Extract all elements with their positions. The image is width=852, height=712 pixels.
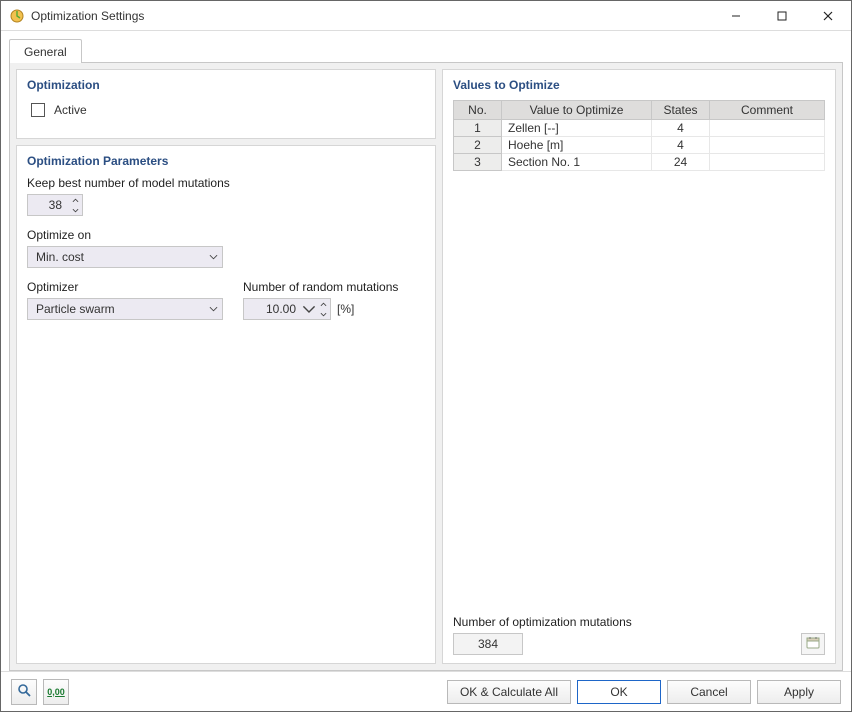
- keep-best-label: Keep best number of model mutations: [27, 176, 425, 190]
- apply-label: Apply: [784, 685, 814, 699]
- ok-button[interactable]: OK: [577, 680, 661, 704]
- active-checkbox-row[interactable]: Active: [27, 100, 87, 120]
- optimizer-select[interactable]: Particle swarm: [27, 298, 223, 320]
- spin-up-icon[interactable]: [316, 299, 330, 309]
- cell-states[interactable]: 4: [652, 120, 710, 137]
- keep-best-spinner[interactable]: 38: [27, 194, 83, 216]
- apply-button[interactable]: Apply: [757, 680, 841, 704]
- mutation-count-row: Number of optimization mutations 384: [453, 607, 825, 655]
- cell-comment[interactable]: [710, 154, 825, 171]
- optimize-on-row: Optimize on Min. cost: [27, 228, 425, 268]
- active-label: Active: [54, 103, 87, 117]
- optimizer-label: Optimizer: [27, 280, 223, 294]
- optimize-on-value: Min. cost: [28, 250, 92, 264]
- units-icon: 0,00: [47, 687, 65, 697]
- window-title: Optimization Settings: [31, 9, 713, 23]
- cell-comment[interactable]: [710, 120, 825, 137]
- cell-states[interactable]: 24: [652, 154, 710, 171]
- mutation-count-value: 384: [453, 633, 523, 655]
- cancel-label: Cancel: [690, 685, 727, 699]
- tab-general[interactable]: General: [9, 39, 82, 63]
- tab-row: General: [9, 39, 843, 63]
- random-mutations-spinner[interactable]: 10.00: [243, 298, 331, 320]
- parameters-title: Optimization Parameters: [27, 154, 425, 168]
- random-mutations-row: Number of random mutations 10.00: [243, 280, 398, 320]
- values-table[interactable]: No. Value to Optimize States Comment 1 Z…: [453, 100, 825, 171]
- table-row[interactable]: 2 Hoehe [m] 4: [454, 137, 825, 154]
- page-body: Optimization Active Optimization Paramet…: [9, 62, 843, 671]
- cell-states[interactable]: 4: [652, 137, 710, 154]
- ok-calculate-label: OK & Calculate All: [460, 685, 558, 699]
- col-comment[interactable]: Comment: [710, 101, 825, 120]
- keep-best-row: Keep best number of model mutations 38: [27, 176, 425, 216]
- ok-calculate-button[interactable]: OK & Calculate All: [447, 680, 571, 704]
- spinner-arrows: [316, 299, 330, 319]
- mutation-count-label: Number of optimization mutations: [453, 615, 632, 629]
- cell-comment[interactable]: [710, 137, 825, 154]
- minimize-button[interactable]: [713, 1, 759, 30]
- optimization-panel: Optimization Active: [16, 69, 436, 139]
- optimize-on-label: Optimize on: [27, 228, 425, 242]
- calendar-icon: [806, 636, 820, 652]
- chevron-down-icon: [204, 254, 222, 260]
- spin-down-icon[interactable]: [68, 205, 82, 215]
- maximize-button[interactable]: [759, 1, 805, 30]
- window-controls: [713, 1, 851, 30]
- values-panel: Values to Optimize No. Value to Optimize…: [442, 69, 836, 664]
- left-column: Optimization Active Optimization Paramet…: [16, 69, 436, 664]
- ok-label: OK: [610, 685, 627, 699]
- col-value[interactable]: Value to Optimize: [502, 101, 652, 120]
- optimizer-value: Particle swarm: [28, 302, 123, 316]
- optimizer-row: Optimizer Particle swarm: [27, 280, 223, 320]
- footer: 0,00 OK & Calculate All OK Cancel Apply: [1, 671, 851, 711]
- parameters-panel: Optimization Parameters Keep best number…: [16, 145, 436, 664]
- table-row[interactable]: 1 Zellen [--] 4: [454, 120, 825, 137]
- values-title: Values to Optimize: [453, 78, 825, 92]
- right-column: Values to Optimize No. Value to Optimize…: [442, 69, 836, 664]
- dialog-window: Optimization Settings General Optimizati…: [0, 0, 852, 712]
- cell-no: 3: [454, 154, 502, 171]
- app-icon: [9, 8, 25, 24]
- random-mutations-value: 10.00: [244, 302, 302, 316]
- optimizer-and-random-row: Optimizer Particle swarm Number of rando…: [27, 280, 425, 332]
- magnifier-icon: [17, 683, 31, 700]
- values-table-wrap: No. Value to Optimize States Comment 1 Z…: [453, 100, 825, 607]
- optimization-title: Optimization: [27, 78, 425, 92]
- col-no[interactable]: No.: [454, 101, 502, 120]
- spin-down-icon[interactable]: [316, 309, 330, 319]
- cell-value[interactable]: Section No. 1: [502, 154, 652, 171]
- mutation-count-block: Number of optimization mutations 384: [453, 615, 632, 655]
- close-button[interactable]: [805, 1, 851, 30]
- titlebar: Optimization Settings: [1, 1, 851, 31]
- chevron-down-icon[interactable]: [302, 302, 316, 316]
- units-button[interactable]: 0,00: [43, 679, 69, 705]
- chevron-down-icon: [204, 306, 222, 312]
- cell-no: 1: [454, 120, 502, 137]
- cell-value[interactable]: Zellen [--]: [502, 120, 652, 137]
- cell-value[interactable]: Hoehe [m]: [502, 137, 652, 154]
- tab-general-label: General: [24, 45, 67, 59]
- cell-no: 2: [454, 137, 502, 154]
- random-mutations-label: Number of random mutations: [243, 280, 398, 294]
- spinner-arrows: [68, 195, 82, 215]
- help-button[interactable]: [11, 679, 37, 705]
- col-states[interactable]: States: [652, 101, 710, 120]
- spin-up-icon[interactable]: [68, 195, 82, 205]
- table-row[interactable]: 3 Section No. 1 24: [454, 154, 825, 171]
- random-mutations-unit: [%]: [337, 302, 354, 316]
- keep-best-value: 38: [28, 198, 68, 212]
- optimize-on-select[interactable]: Min. cost: [27, 246, 223, 268]
- table-header-row: No. Value to Optimize States Comment: [454, 101, 825, 120]
- content-area: General Optimization Active Optimization…: [1, 31, 851, 671]
- calendar-button[interactable]: [801, 633, 825, 655]
- active-checkbox[interactable]: [31, 103, 45, 117]
- cancel-button[interactable]: Cancel: [667, 680, 751, 704]
